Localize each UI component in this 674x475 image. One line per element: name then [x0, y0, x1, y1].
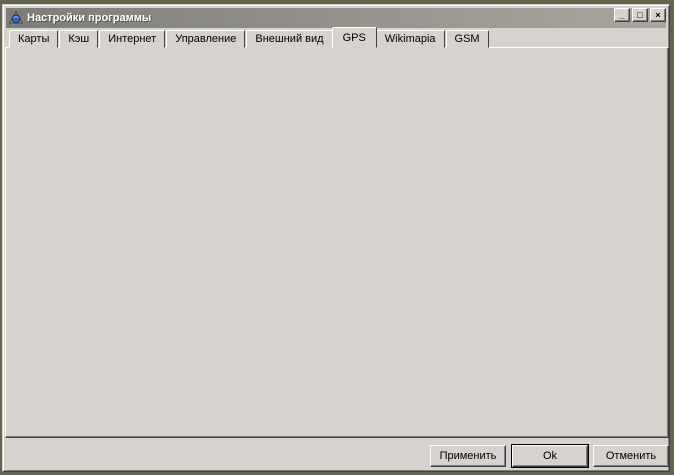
- apply-button[interactable]: Применить: [430, 445, 506, 467]
- minimize-button[interactable]: _: [614, 8, 630, 22]
- window-title: Настройки программы: [27, 12, 151, 24]
- tab-gsm[interactable]: GSM: [446, 30, 489, 48]
- tab-cache[interactable]: Кэш: [59, 30, 98, 48]
- tab-internet[interactable]: Интернет: [99, 30, 165, 48]
- gps-tab-page: [5, 47, 669, 438]
- ok-button[interactable]: Ok: [512, 445, 588, 467]
- settings-window: Настройки программы _ □ × Карты Кэш Инте…: [2, 4, 670, 472]
- close-button[interactable]: ×: [650, 8, 666, 22]
- maximize-button[interactable]: □: [632, 8, 648, 22]
- tab-maps[interactable]: Карты: [9, 30, 58, 48]
- tab-wikimapia[interactable]: Wikimapia: [376, 30, 445, 48]
- tab-gps[interactable]: GPS: [332, 27, 377, 48]
- tab-control[interactable]: Управление: [166, 30, 245, 48]
- tab-strip: Карты Кэш Интернет Управление Внешний ви…: [9, 27, 490, 48]
- tab-appearance[interactable]: Внешний вид: [246, 30, 332, 48]
- cancel-button[interactable]: Отменить: [593, 445, 669, 467]
- app-icon: [9, 11, 23, 25]
- title-bar: Настройки программы: [6, 8, 666, 28]
